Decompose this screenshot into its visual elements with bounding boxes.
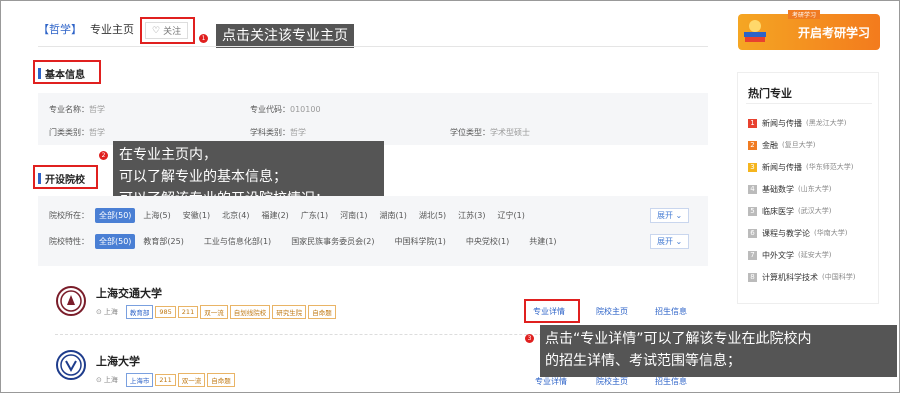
region-chip[interactable]: 湖南(1) xyxy=(375,208,410,223)
hot-major-item[interactable]: 1 新闻与传播 (黑龙江大学) xyxy=(748,112,855,134)
badge: 211 xyxy=(155,374,176,386)
badge: 双一流 xyxy=(177,373,206,387)
badge: 211 xyxy=(177,306,199,318)
type-chip[interactable]: 中国科学院(1) xyxy=(391,234,450,249)
major-details-link[interactable]: 专业详情 xyxy=(535,376,567,387)
region-chip[interactable]: 安徽(1) xyxy=(179,208,214,223)
hot-major-item[interactable]: 8 计算机科学技术 (中国科学) xyxy=(748,266,855,288)
university-logo xyxy=(56,286,86,316)
region-chip[interactable]: 湖北(5) xyxy=(415,208,450,223)
chevron-down-icon: ⌄ xyxy=(675,237,683,246)
major-details-link[interactable]: 专业详情 xyxy=(533,306,565,317)
type-filter-row: 院校特性： 全部(50) 教育部(25) 工业与信息化部(1) 国家民族事务委员… xyxy=(49,233,565,249)
basic-info-panel xyxy=(38,93,708,145)
admission-info-link[interactable]: 招生信息 xyxy=(655,306,687,317)
follow-button[interactable]: ♡ 关注 xyxy=(145,22,189,39)
badge: 自命题 xyxy=(207,373,235,387)
banner-tag: 考研学习 xyxy=(788,10,821,19)
badge: 自命题 xyxy=(308,305,336,319)
university-name[interactable]: 上海大学 xyxy=(96,353,140,369)
region-label: 院校所在： xyxy=(49,210,89,220)
chevron-down-icon: ⌄ xyxy=(675,211,683,220)
location-pin-icon: ⊙ xyxy=(96,308,102,316)
info-degree: 学位类型：学术型硕士 xyxy=(450,128,530,137)
university-location: 上海 xyxy=(103,376,118,384)
badge: 自划线院校 xyxy=(229,305,271,319)
info-major-name: 专业名称：哲学 xyxy=(49,105,105,114)
info-discipline: 门类类别：哲学 xyxy=(49,128,105,137)
badge: 上海市 xyxy=(125,373,154,387)
basic-info-heading-text: 基本信息 xyxy=(45,70,85,81)
hot-majors-list: 1 新闻与传播 (黑龙江大学) 2 金融 (复旦大学) 3 新闻与传播 (华东师范大学) 4… xyxy=(748,112,855,288)
schools-heading-text: 开设院校 xyxy=(45,175,85,186)
university-meta: ⊙ 上海 上海市 211 双一流 自命题 xyxy=(96,373,237,387)
university-name[interactable]: 上海交通大学 xyxy=(96,285,162,301)
region-chip[interactable]: 广东(1) xyxy=(297,208,332,223)
heading-bar xyxy=(38,68,41,79)
type-chip[interactable]: 中央党校(1) xyxy=(462,234,513,249)
university-meta: ⊙ 上海 教育部 985 211 双一流 自划线院校 研究生院 自命题 xyxy=(96,305,338,319)
region-chip[interactable]: 辽宁(1) xyxy=(494,208,529,223)
banner-label: 开启考研学习 xyxy=(797,25,870,40)
university-logo xyxy=(56,350,86,380)
type-chip-all[interactable]: 全部(50) xyxy=(95,233,136,249)
type-expand-button[interactable]: 展开 ⌄ xyxy=(650,234,690,249)
type-chip[interactable]: 工业与信息化部(1) xyxy=(200,234,275,249)
page-header: 【哲学】 专业主页 xyxy=(38,21,134,37)
badge: 教育部 xyxy=(125,305,154,319)
page-title: 专业主页 xyxy=(90,23,134,36)
details-callout: 点击“专业详情”可以了解该专业在此院校内 的招生详情、考试范围等信息； xyxy=(540,325,897,377)
follow-callout: 点击关注该专业主页 xyxy=(216,24,354,48)
school-home-link[interactable]: 院校主页 xyxy=(596,306,628,317)
school-home-link[interactable]: 院校主页 xyxy=(596,376,628,387)
badge: 研究生院 xyxy=(272,305,307,319)
hot-major-item[interactable]: 6 课程与教学论 (华南大学) xyxy=(748,222,855,244)
region-chip-all[interactable]: 全部(50) xyxy=(95,207,136,223)
sidebar-divider xyxy=(746,103,872,104)
badge: 双一流 xyxy=(200,305,228,319)
region-chip[interactable]: 北京(4) xyxy=(218,208,253,223)
marker-3: 3 xyxy=(525,334,534,343)
marker-1: 1 xyxy=(199,34,208,43)
location-pin-icon: ⊙ xyxy=(96,376,102,384)
type-chip[interactable]: 共建(1) xyxy=(525,234,560,249)
heading-bar xyxy=(38,173,41,184)
region-chip[interactable]: 江苏(3) xyxy=(454,208,489,223)
marker-2: 2 xyxy=(99,151,108,160)
hot-major-item[interactable]: 2 金融 (复旦大学) xyxy=(748,134,855,156)
category-tag: 【哲学】 xyxy=(38,23,82,36)
books-icon xyxy=(742,18,768,46)
badge: 985 xyxy=(155,306,176,318)
region-chip[interactable]: 上海(5) xyxy=(139,208,174,223)
schools-heading: 开设院校 xyxy=(38,171,85,186)
header-divider xyxy=(38,46,708,47)
type-chip[interactable]: 教育部(25) xyxy=(139,234,187,249)
info-subject: 学科类别：哲学 xyxy=(250,128,306,137)
hot-majors-title: 热门专业 xyxy=(748,87,792,100)
type-label: 院校特性： xyxy=(49,236,89,246)
hot-major-item[interactable]: 5 临床医学 (武汉大学) xyxy=(748,200,855,222)
hot-major-item[interactable]: 4 基础数学 (山东大学) xyxy=(748,178,855,200)
admission-info-link[interactable]: 招生信息 xyxy=(655,376,687,387)
region-expand-button[interactable]: 展开 ⌄ xyxy=(650,208,690,223)
region-chip[interactable]: 河南(1) xyxy=(336,208,371,223)
university-location: 上海 xyxy=(103,308,118,316)
hot-major-item[interactable]: 3 新闻与传播 (华东师范大学) xyxy=(748,156,855,178)
basic-info-heading: 基本信息 xyxy=(38,66,85,81)
type-chip[interactable]: 国家民族事务委员会(2) xyxy=(287,234,378,249)
region-chip[interactable]: 福建(2) xyxy=(257,208,292,223)
hot-major-item[interactable]: 7 中外文学 (延安大学) xyxy=(748,244,855,266)
info-major-code: 专业代码：010100 xyxy=(250,105,321,114)
region-filter-row: 院校所在： 全部(50) 上海(5) 安徽(1) 北京(4) 福建(2) 广东(… xyxy=(49,207,533,223)
heart-icon: ♡ xyxy=(152,25,161,36)
follow-label: 关注 xyxy=(163,27,182,37)
